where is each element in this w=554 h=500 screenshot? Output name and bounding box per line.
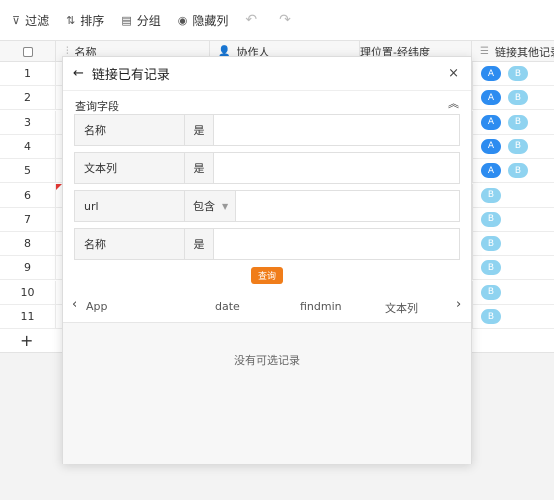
undo-icon[interactable]: ↶: [245, 12, 257, 28]
select-all-checkbox[interactable]: [22, 46, 33, 57]
filter-row-name: 名称 是: [74, 114, 460, 146]
linked-records-cell[interactable]: B: [472, 305, 554, 328]
linked-record-pill[interactable]: B: [481, 236, 501, 252]
filter-icon: ⊽: [12, 13, 21, 27]
toolbar: ⊽ 过滤 ⇅ 排序 ▤ 分组 ◉ 隐藏列 ↶ ↷: [0, 0, 554, 40]
row-number: 11: [0, 305, 56, 328]
linked-record-pill[interactable]: A: [481, 114, 501, 130]
hide-columns-label: 隐藏列: [192, 13, 229, 28]
add-row-icon: +: [20, 331, 34, 350]
filter-operator[interactable]: 是: [185, 229, 214, 259]
linked-records-cell[interactable]: B: [472, 280, 554, 304]
linked-record-pill[interactable]: B: [481, 211, 501, 227]
filter-value-input[interactable]: [214, 115, 459, 145]
linked-records-cell[interactable]: AB: [472, 110, 554, 134]
caret-down-icon: ▼: [222, 201, 229, 211]
linked-record-pill[interactable]: B: [481, 309, 501, 324]
filter-label: 过滤: [25, 13, 50, 28]
close-icon[interactable]: ×: [448, 66, 459, 81]
sort-label: 排序: [80, 13, 105, 28]
header-link-label: 链接其他记录: [494, 45, 554, 59]
filter-field: 文本列: [75, 153, 185, 183]
linked-record-pill[interactable]: B: [508, 163, 528, 179]
filter-button[interactable]: ⊽ 过滤: [12, 12, 49, 29]
linked-record-pill[interactable]: B: [481, 187, 501, 203]
column-findmin: findmin: [300, 300, 342, 313]
linked-records-cell[interactable]: B: [472, 207, 554, 231]
filter-value-input[interactable]: [236, 191, 459, 221]
row-number: 3: [0, 110, 56, 134]
row-number: 2: [0, 86, 56, 110]
row-number: 7: [0, 207, 56, 231]
back-arrow-icon[interactable]: ←: [73, 66, 84, 81]
select-all-cell: [0, 41, 56, 62]
column-text: 文本列: [385, 302, 418, 315]
result-columns-header: ‹ App date findmin 文本列 ›: [63, 291, 471, 323]
linked-records-cell[interactable]: AB: [472, 159, 554, 183]
row-number: 6: [0, 183, 56, 207]
linked-record-pill[interactable]: B: [508, 90, 528, 106]
column-date: date: [215, 300, 240, 313]
linked-record-pill[interactable]: B: [508, 114, 528, 130]
sort-icon: ⇅: [66, 13, 76, 27]
filter-field: 名称: [75, 229, 185, 259]
chevron-left-icon[interactable]: ‹: [72, 297, 77, 312]
linked-record-pill[interactable]: B: [508, 138, 528, 154]
filter-operator-label: 包含: [193, 200, 215, 213]
hide-columns-button[interactable]: ◉ 隐藏列: [178, 12, 229, 29]
link-list-icon: ☰: [480, 46, 489, 57]
filter-value-input[interactable]: [214, 153, 459, 183]
group-icon: ▤: [121, 13, 132, 27]
row-number: 10: [0, 280, 56, 304]
row-number: 8: [0, 232, 56, 256]
linked-record-pill[interactable]: A: [481, 66, 501, 81]
linked-records-cell[interactable]: AB: [472, 62, 554, 85]
redo-icon[interactable]: ↷: [279, 12, 291, 28]
linked-record-pill[interactable]: B: [508, 66, 528, 81]
query-button[interactable]: 查询: [251, 267, 283, 284]
linked-record-pill[interactable]: A: [481, 163, 501, 179]
row-number: 4: [0, 134, 56, 158]
linked-records-cell[interactable]: AB: [472, 134, 554, 158]
dialog-header: ← 链接已有记录: [63, 57, 471, 91]
filter-row-url: url 包含 ▼: [74, 190, 460, 222]
filter-row-name-2: 名称 是: [74, 228, 460, 260]
query-fields-title: 查询字段: [75, 100, 119, 113]
results-area: 没有可选记录: [63, 323, 471, 464]
sort-button[interactable]: ⇅ 排序: [66, 12, 104, 29]
filter-field: url: [75, 191, 185, 221]
empty-state-text: 没有可选记录: [234, 354, 300, 367]
filter-field: 名称: [75, 115, 185, 145]
linked-records-cell[interactable]: B: [472, 232, 554, 256]
filter-value-input[interactable]: [214, 229, 459, 259]
group-button[interactable]: ▤ 分组: [121, 12, 160, 29]
row-number: 1: [0, 62, 56, 85]
collapse-chevron-icon[interactable]: ︽: [448, 95, 459, 111]
linked-record-pill[interactable]: B: [481, 260, 501, 276]
linked-record-pill[interactable]: B: [481, 284, 501, 300]
header-link[interactable]: ☰ 链接其他记录: [472, 41, 554, 62]
filter-operator[interactable]: 是: [185, 153, 214, 183]
filter-row-text: 文本列 是: [74, 152, 460, 184]
linked-record-pill[interactable]: A: [481, 138, 501, 154]
filter-operator[interactable]: 是: [185, 115, 214, 145]
linked-records-cell[interactable]: B: [472, 183, 554, 207]
linked-records-cell[interactable]: AB: [472, 86, 554, 110]
chevron-right-icon[interactable]: ›: [456, 297, 461, 312]
dialog-title: 链接已有记录: [91, 68, 170, 83]
link-records-dialog: ← 链接已有记录 × 查询字段 ︽ 名称 是 文本列 是 url 包含 ▼ 名称…: [62, 56, 472, 464]
linked-record-pill[interactable]: A: [481, 90, 501, 106]
row-number: 9: [0, 256, 56, 280]
linked-records-cell[interactable]: B: [472, 256, 554, 280]
row-number: 5: [0, 159, 56, 183]
eye-icon: ◉: [177, 13, 188, 27]
filter-operator-select[interactable]: 包含 ▼: [185, 191, 236, 221]
column-app: App: [86, 300, 108, 313]
group-label: 分组: [136, 13, 161, 28]
